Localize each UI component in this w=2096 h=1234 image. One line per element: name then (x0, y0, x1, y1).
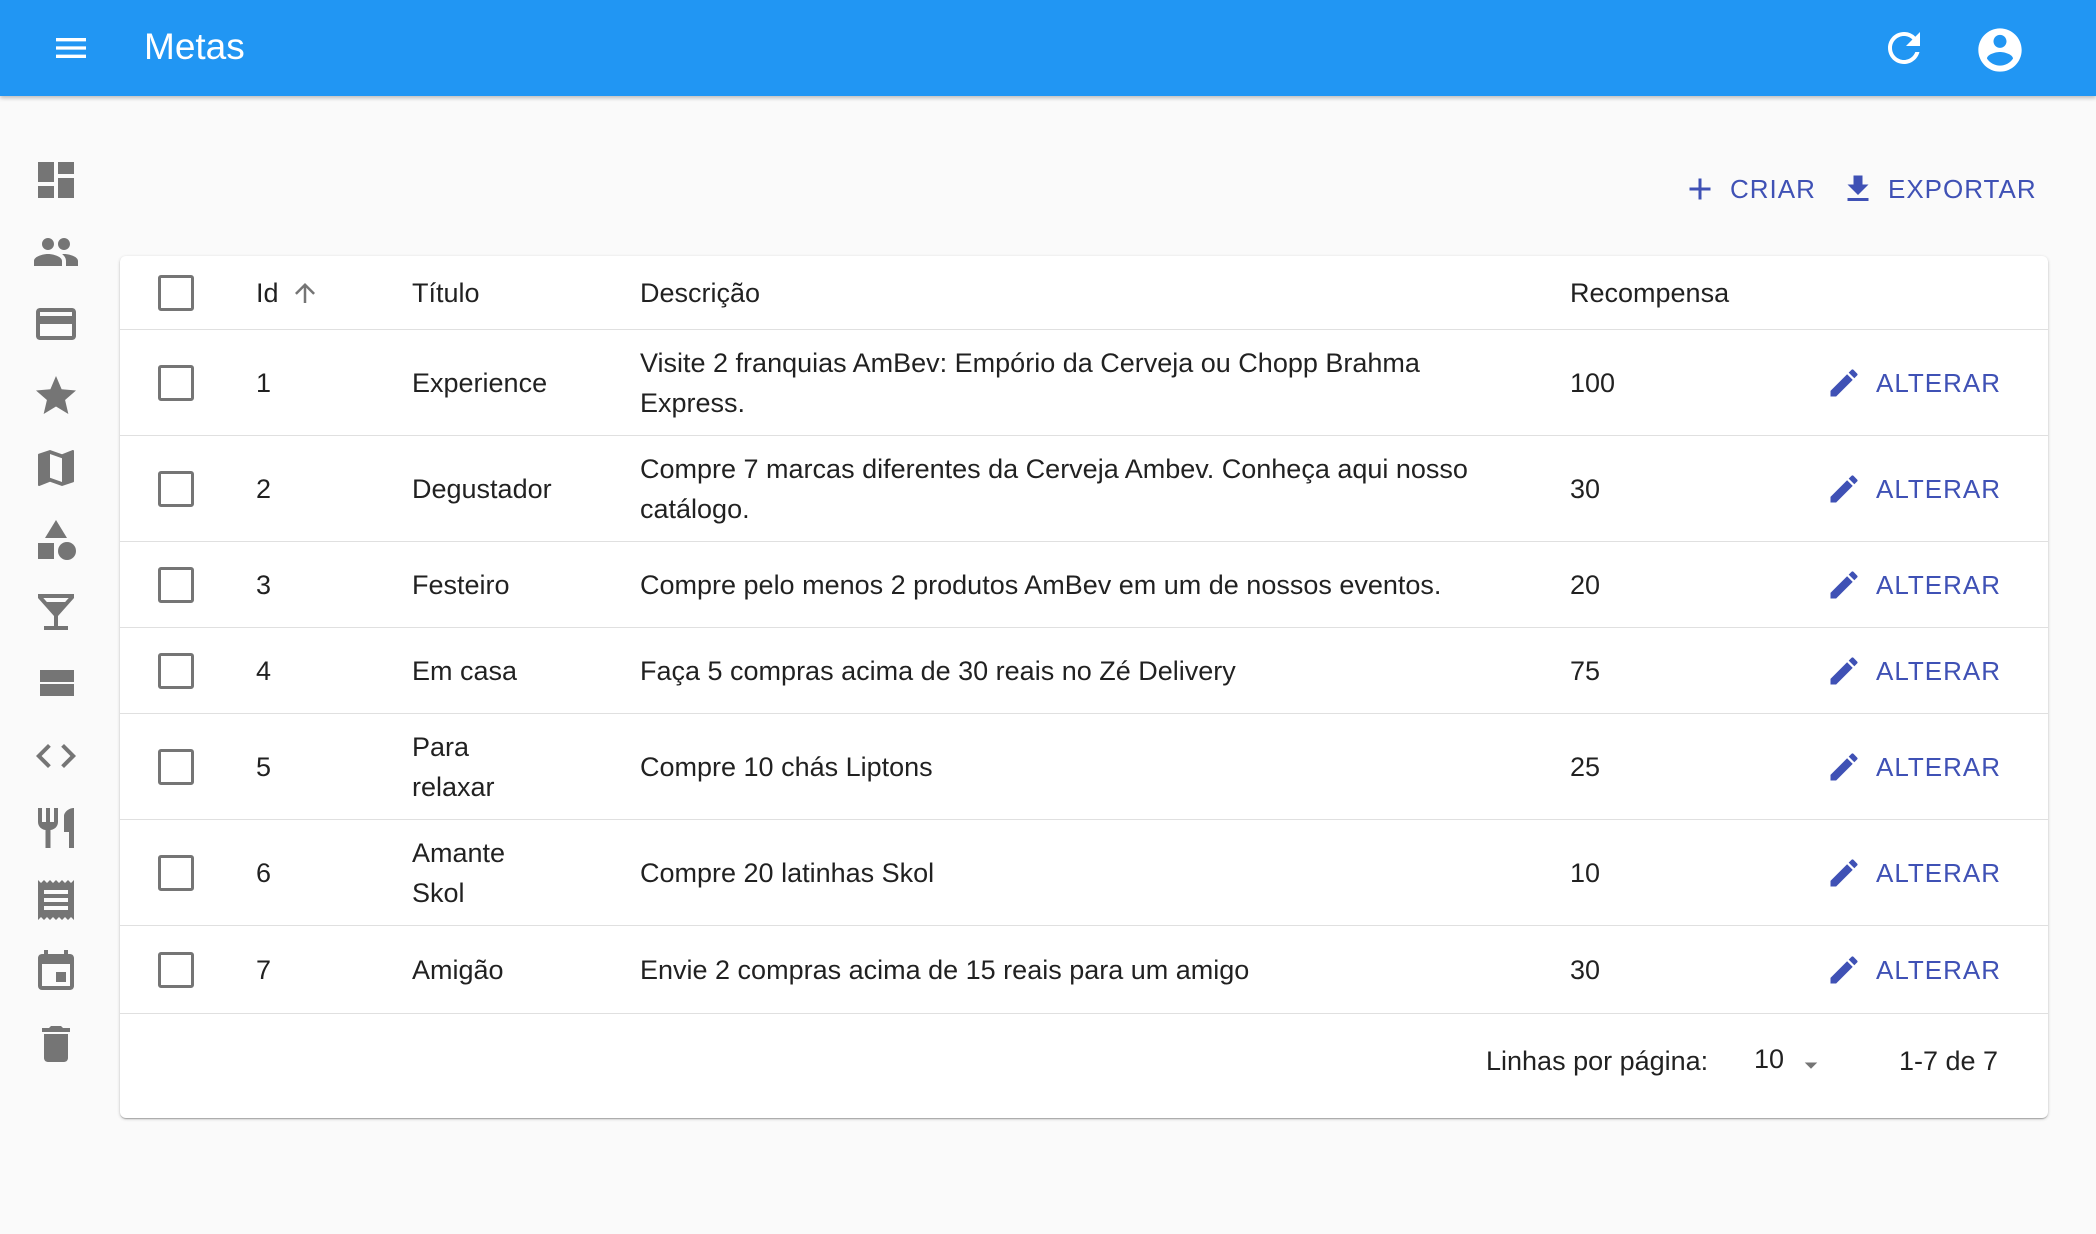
local-bar-icon[interactable] (32, 588, 80, 636)
category-icon[interactable] (32, 516, 80, 564)
cell-description: Envie 2 compras acima de 15 reais para u… (640, 955, 1250, 985)
arrow-upward-icon[interactable] (290, 278, 320, 308)
rows-per-page-select[interactable]: 10 (1754, 1042, 1834, 1086)
cell-description: Faça 5 compras acima de 30 reais no Zé D… (640, 656, 1236, 686)
row-checkbox[interactable] (158, 567, 194, 603)
table-row[interactable]: 7 Amigão Envie 2 compras acima de 15 rea… (120, 926, 2048, 1014)
column-header-title[interactable]: Título (412, 273, 612, 313)
row-checkbox[interactable] (158, 952, 194, 988)
edit-icon (1830, 475, 1858, 503)
cell-title: Experience (412, 368, 548, 398)
sidebar (0, 96, 112, 1234)
cell-reward: 30 (1570, 955, 1601, 985)
arrow-drop-down-icon (1804, 1062, 1818, 1069)
cell-id: 4 (256, 656, 272, 686)
refresh-icon[interactable] (1880, 24, 1928, 72)
account-circle-icon[interactable] (1974, 24, 2026, 76)
code-icon[interactable] (32, 732, 80, 780)
pagination: Linhas por página: 10 1-7 de 7 (120, 1014, 2048, 1118)
edit-icon (1830, 956, 1858, 984)
cell-title: Degustador (412, 474, 552, 504)
table-row[interactable]: 2 Degustador Compre 7 marcas diferentes … (120, 436, 2048, 542)
menu-icon[interactable] (44, 28, 98, 68)
edit-button[interactable]: ALTERAR (1826, 742, 2001, 792)
edit-icon (1830, 657, 1858, 685)
edit-button[interactable]: ALTERAR (1826, 560, 2001, 610)
cell-id: 2 (256, 474, 272, 504)
pagination-range: 1-7 de 7 (1899, 1046, 1999, 1076)
cell-title: Amante Skol (412, 838, 506, 908)
restaurant-icon[interactable] (32, 804, 80, 852)
cell-description: Compre 20 latinhas Skol (640, 858, 935, 888)
event-icon[interactable] (32, 948, 80, 996)
row-checkbox[interactable] (158, 365, 194, 401)
credit-card-icon[interactable] (32, 300, 80, 348)
cell-id: 7 (256, 955, 272, 985)
delete-icon[interactable] (32, 1020, 80, 1068)
cell-reward: 75 (1570, 656, 1601, 686)
cell-description: Compre pelo menos 2 produtos AmBev em um… (640, 570, 1442, 600)
row-checkbox[interactable] (158, 471, 194, 507)
column-header-id[interactable]: Id (256, 273, 279, 313)
select-all-checkbox[interactable] (158, 275, 194, 311)
table-header: Id Título Descrição Recompensa (120, 256, 2048, 330)
dashboard-icon[interactable] (32, 156, 80, 204)
table-row[interactable]: 1 Experience Visite 2 franquias AmBev: E… (120, 330, 2048, 436)
receipt-icon[interactable] (32, 876, 80, 924)
cell-reward: 25 (1570, 752, 1601, 782)
table-row[interactable]: 3 Festeiro Compre pelo menos 2 produtos … (120, 542, 2048, 628)
cell-title: Em casa (412, 656, 518, 686)
edit-icon (1830, 859, 1858, 887)
edit-button[interactable]: ALTERAR (1826, 464, 2001, 514)
edit-icon (1830, 369, 1858, 397)
edit-button[interactable]: ALTERAR (1826, 945, 2001, 995)
cell-id: 5 (256, 752, 272, 782)
cell-id: 1 (256, 368, 272, 398)
column-header-reward[interactable]: Recompensa (1570, 273, 1729, 313)
table-row[interactable]: 6 Amante Skol Compre 20 latinhas Skol 10… (120, 820, 2048, 926)
view-stream-icon[interactable] (32, 660, 80, 708)
rows-per-page-value: 10 (1754, 1044, 1785, 1074)
edit-icon (1830, 753, 1858, 781)
table-row[interactable]: 5 Para relaxar Compre 10 chás Liptons 25… (120, 714, 2048, 820)
app-bar: Metas (0, 0, 2096, 96)
cell-reward: 10 (1570, 858, 1601, 888)
people-icon[interactable] (32, 228, 80, 276)
cell-description: Compre 7 marcas diferentes da Cerveja Am… (640, 454, 1468, 524)
cell-title: Amigão (412, 955, 504, 985)
cell-reward: 30 (1570, 474, 1601, 504)
map-icon[interactable] (32, 444, 80, 492)
cell-title: Festeiro (412, 570, 510, 600)
page-title: Metas (144, 26, 245, 67)
cell-reward: 100 (1570, 368, 1616, 398)
add-icon (1689, 178, 1711, 200)
edit-button[interactable]: ALTERAR (1826, 646, 2001, 696)
row-checkbox[interactable] (158, 855, 194, 891)
export-button[interactable]: EXPORTAR (1840, 164, 2037, 214)
table-row[interactable]: 4 Em casa Faça 5 compras acima de 30 rea… (120, 628, 2048, 714)
data-table: Id Título Descrição Recompensa 1 Experie… (120, 256, 2048, 1118)
create-button[interactable]: CRIAR (1682, 164, 1816, 214)
cell-description: Visite 2 franquias AmBev: Empório da Cer… (640, 348, 1420, 418)
cell-title: Para relaxar (412, 732, 495, 802)
cell-id: 6 (256, 858, 272, 888)
edit-button[interactable]: ALTERAR (1826, 358, 2001, 408)
download-icon (1847, 175, 1869, 201)
cell-description: Compre 10 chás Liptons (640, 752, 933, 782)
rows-per-page-label: Linhas por página: (1486, 1046, 1709, 1076)
edit-icon (1830, 571, 1858, 599)
row-checkbox[interactable] (158, 749, 194, 785)
row-checkbox[interactable] (158, 653, 194, 689)
column-header-description[interactable]: Descrição (640, 273, 1520, 313)
star-icon[interactable] (32, 372, 80, 420)
cell-reward: 20 (1570, 570, 1601, 600)
cell-id: 3 (256, 570, 272, 600)
edit-button[interactable]: ALTERAR (1826, 848, 2001, 898)
